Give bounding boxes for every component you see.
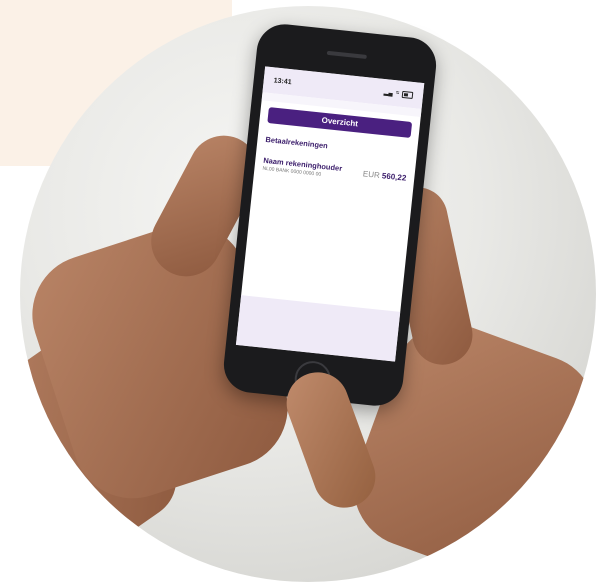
phone-speaker <box>326 50 367 59</box>
signal-icon: ▂▄ <box>383 89 394 97</box>
account-row[interactable]: Naam rekeninghouder NL00 BANK 0000 0000 … <box>262 156 407 187</box>
bottom-strip <box>235 295 401 362</box>
balance-currency: EUR <box>362 169 381 180</box>
battery-icon <box>401 90 414 99</box>
balance-amount: 560,22 <box>381 171 407 183</box>
phone-screen: 13:41 ▂▄ ≈ Overzicht Betaalrekeningen Na… <box>235 66 425 362</box>
smartphone: 13:41 ▂▄ ≈ Overzicht Betaalrekeningen Na… <box>221 21 439 409</box>
status-icons: ▂▄ ≈ <box>383 88 414 99</box>
wifi-icon: ≈ <box>395 90 400 97</box>
account-balance: EUR 560,22 <box>362 169 406 183</box>
status-time: 13:41 <box>273 76 292 86</box>
section-title: Betaalrekeningen <box>265 134 329 151</box>
account-info: Naam rekeninghouder NL00 BANK 0000 0000 … <box>262 156 342 180</box>
